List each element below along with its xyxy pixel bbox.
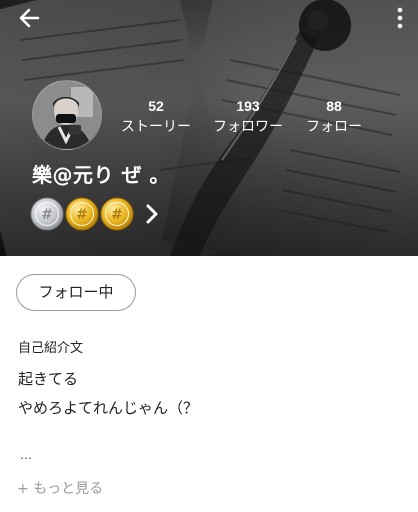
arrow-left-icon: [19, 8, 40, 28]
gold-badge-icon[interactable]: #: [65, 197, 99, 231]
show-more-link[interactable]: + もっと見る: [17, 478, 103, 498]
chevron-right-icon: [146, 204, 158, 224]
stat-stories-label: ストーリー: [121, 118, 191, 134]
stat-followers-label: フォロワー: [213, 118, 283, 134]
svg-text:#: #: [76, 207, 88, 223]
stat-stories[interactable]: 52 ストーリー: [118, 97, 194, 137]
username: 樂@元り ぜ 。: [32, 163, 170, 187]
profile-header: 52 ストーリー 193 フォロワー 88 フォロー 樂@元り ぜ 。 # # …: [0, 0, 418, 256]
stat-following-label: フォロー: [306, 118, 362, 134]
bio-title: 自己紹介文: [18, 341, 84, 356]
stat-following[interactable]: 88 フォロー: [300, 97, 368, 137]
more-vertical-icon: [397, 7, 403, 29]
gold-badge-icon[interactable]: #: [100, 197, 134, 231]
stat-followers[interactable]: 193 フォロワー: [206, 97, 290, 137]
stat-followers-count: 193: [236, 98, 260, 114]
silver-badge-icon[interactable]: #: [30, 197, 64, 231]
stat-stories-count: 52: [148, 98, 164, 114]
bio-line: 起きてる: [18, 370, 79, 388]
following-button[interactable]: フォロー中: [16, 274, 136, 311]
stat-following-count: 88: [326, 98, 342, 114]
bio-ellipsis: …: [20, 448, 32, 462]
avatar[interactable]: [32, 80, 102, 150]
back-button[interactable]: [16, 4, 44, 32]
bio-line: やめろよてれんじゃん（？: [18, 399, 199, 417]
avatar-photo: [33, 81, 101, 149]
more-options-button[interactable]: [392, 5, 408, 31]
svg-text:#: #: [41, 207, 53, 223]
svg-text:#: #: [111, 207, 123, 223]
badges-more-button[interactable]: [144, 203, 160, 225]
